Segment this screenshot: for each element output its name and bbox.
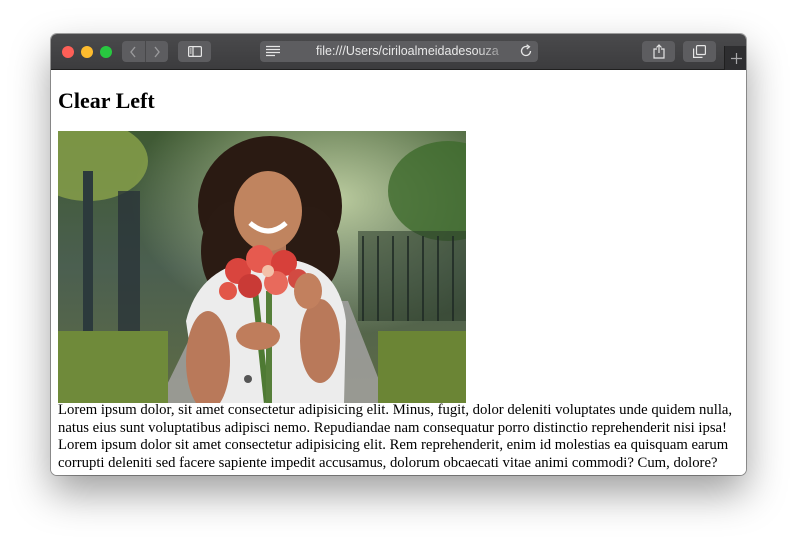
reader-icon <box>266 45 280 57</box>
tabs-icon <box>693 45 706 58</box>
show-tabs-button[interactable] <box>683 41 716 62</box>
share-button[interactable] <box>642 41 675 62</box>
sidebar-button[interactable] <box>178 41 211 62</box>
chevron-left-icon <box>130 46 136 57</box>
body-paragraph: Lorem ipsum dolor, sit amet consectetur … <box>58 402 733 471</box>
browser-toolbar: file:///Users/ciriloalmeidadesouza <box>51 34 746 70</box>
chevron-right-icon <box>154 46 160 57</box>
zoom-window-button[interactable] <box>100 46 112 58</box>
share-icon <box>652 44 665 59</box>
reload-icon <box>520 44 532 57</box>
close-window-button[interactable] <box>62 46 74 58</box>
new-tab-button[interactable] <box>724 46 746 70</box>
minimize-window-button[interactable] <box>81 46 93 58</box>
url-text[interactable]: file:///Users/ciriloalmeidadesouza <box>316 41 516 62</box>
reader-button[interactable] <box>266 45 280 60</box>
reload-button[interactable] <box>519 44 533 61</box>
sidebar-icon <box>187 46 202 57</box>
plus-icon <box>730 52 742 64</box>
photo-woman-with-flowers <box>58 131 466 403</box>
navigation-buttons <box>122 41 168 62</box>
back-button[interactable] <box>122 41 145 62</box>
photo-woman-with-flowers-image <box>58 131 466 403</box>
address-bar[interactable]: file:///Users/ciriloalmeidadesouza <box>260 41 538 62</box>
forward-button[interactable] <box>144 41 169 62</box>
page-heading: Clear Left <box>58 88 155 113</box>
